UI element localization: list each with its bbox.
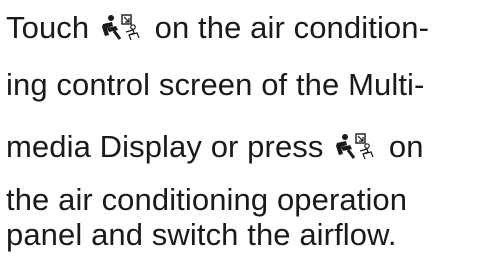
paragraph-line-5: panel and switch the airflow. [6, 217, 397, 252]
paragraph-line-1: Touch on the air condition- [6, 10, 429, 46]
paragraph-line-4: the air conditioning operation [6, 182, 408, 217]
airflow-mode-icon [100, 13, 144, 41]
airflow-mode-icon [334, 132, 378, 160]
line-1-text-before: Touch [6, 10, 98, 45]
line-3-text-before: media Display or press [6, 129, 333, 164]
line-3-text-after: on [380, 129, 424, 164]
line-1-text-after: on the air condition- [145, 10, 430, 45]
paragraph-line-3: media Display or press on [6, 129, 424, 165]
paragraph-line-2: ing control screen of the Multi- [6, 67, 425, 102]
